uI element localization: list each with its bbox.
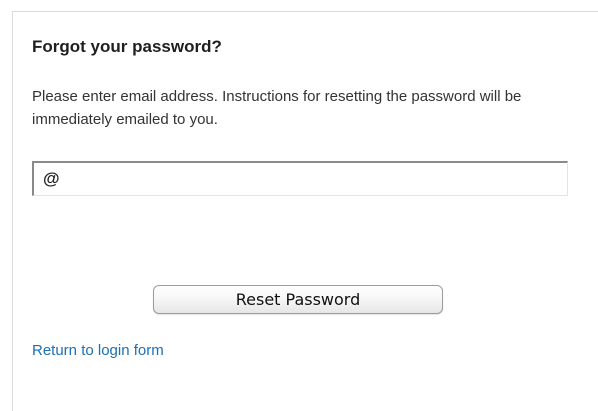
email-field[interactable] [32, 161, 568, 196]
reset-password-button[interactable]: Reset Password [153, 285, 443, 314]
page-title: Forgot your password? [32, 37, 222, 56]
return-to-login-link[interactable]: Return to login form [32, 342, 164, 359]
instructions-text: Please enter email address. Instructions… [32, 88, 522, 128]
forgot-password-panel: Forgot your password? Please enter email… [12, 11, 598, 411]
